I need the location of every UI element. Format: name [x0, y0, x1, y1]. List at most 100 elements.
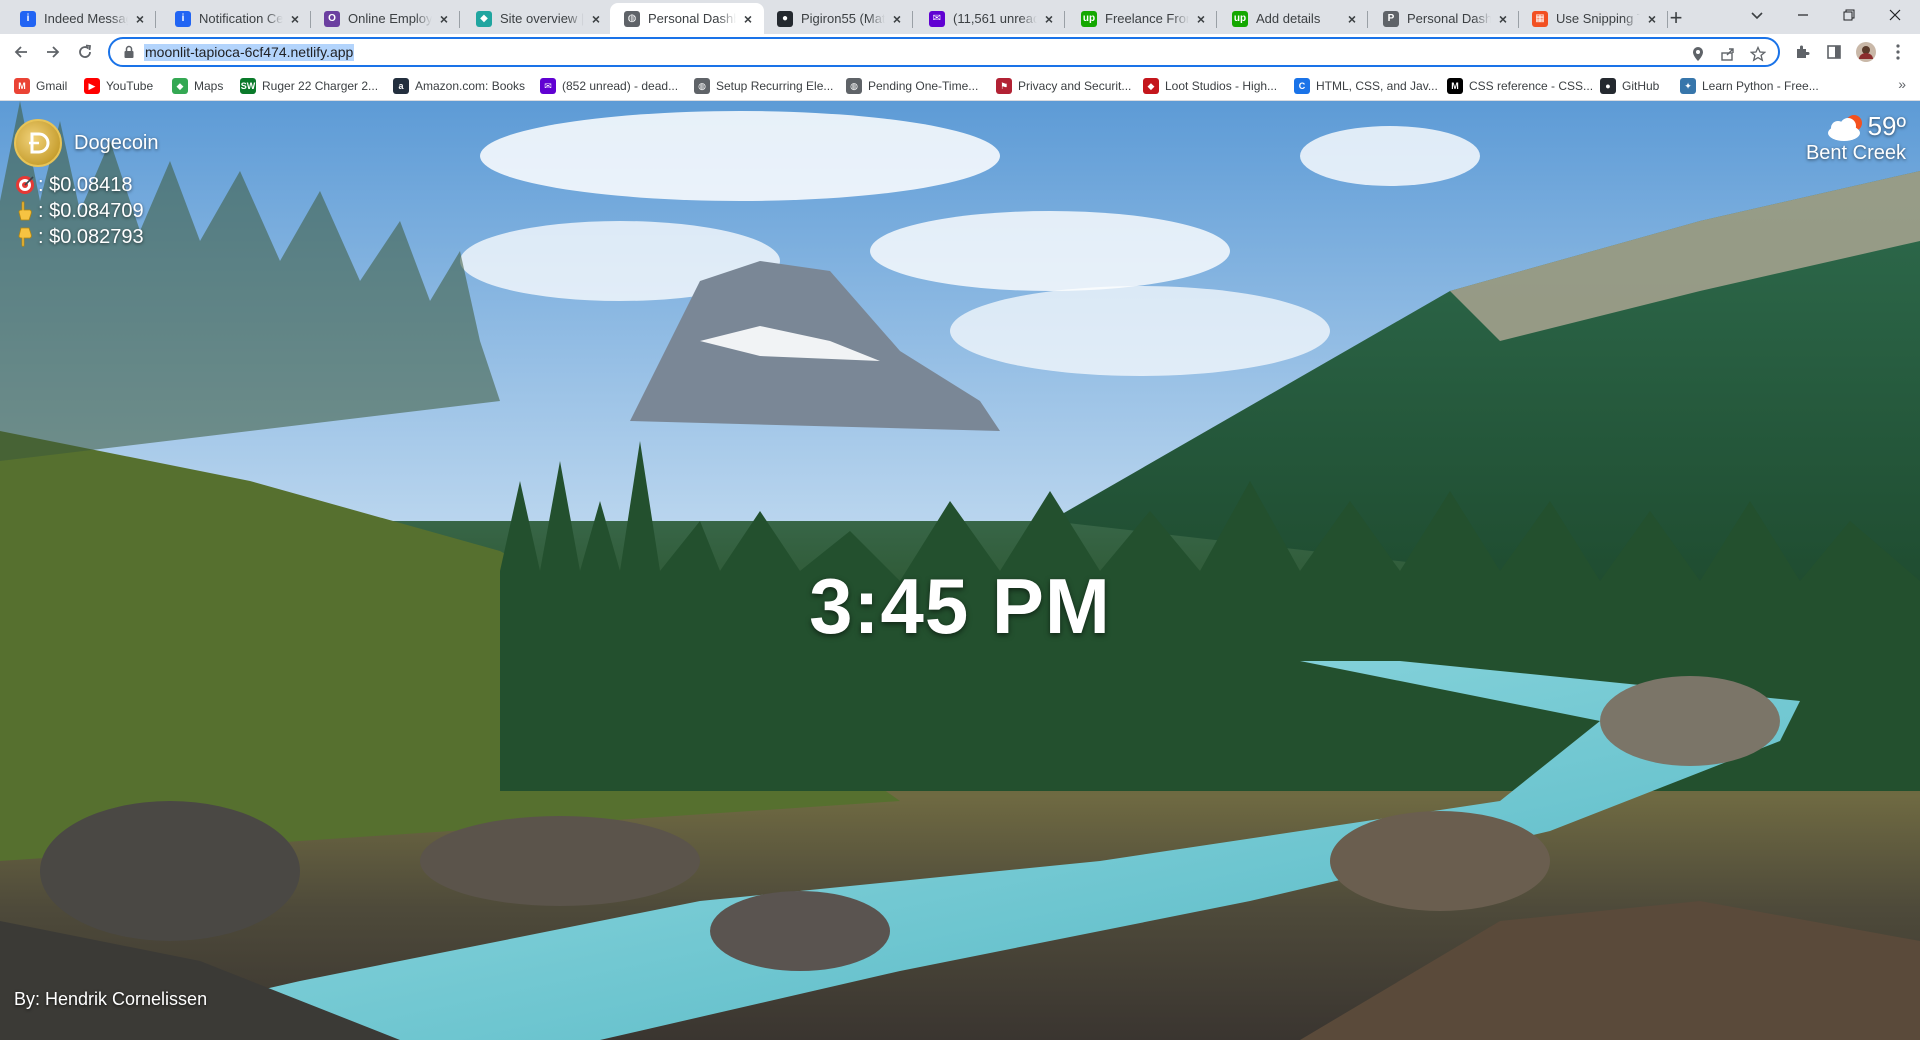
- yahoo-mail-icon: ✉: [540, 78, 556, 94]
- bookmark-label: Learn Python - Free...: [1702, 79, 1819, 93]
- bookmark-label: GitHub: [1622, 79, 1660, 93]
- tab-close-icon[interactable]: ×: [287, 11, 303, 27]
- bookmark-10[interactable]: C HTML, CSS, and Jav...: [1294, 76, 1438, 96]
- bookmark-5[interactable]: ✉ (852 unread) - dead...: [540, 76, 678, 96]
- chevron-down-icon: [1751, 12, 1763, 20]
- menu-kebab-icon[interactable]: [1888, 42, 1908, 62]
- bookmark-3[interactable]: SW Ruger 22 Charger 2...: [240, 76, 378, 96]
- bookmark-7[interactable]: ◍ Pending One-Time...: [846, 76, 978, 96]
- tab-close-icon[interactable]: ×: [889, 11, 905, 27]
- address-bar[interactable]: moonlit-tapioca-6cf474.netlify.app: [108, 37, 1780, 67]
- crypto-name: Dogecoin: [74, 131, 159, 154]
- tab-search-button[interactable]: [1734, 0, 1780, 30]
- side-panel-icon[interactable]: [1824, 42, 1844, 62]
- lock-icon[interactable]: [122, 45, 136, 59]
- crypto-header: Dogecoin: [14, 119, 159, 167]
- location-icon[interactable]: [1688, 44, 1708, 64]
- upwork-icon: up: [1081, 10, 1097, 27]
- tab-close-icon[interactable]: ×: [1041, 11, 1057, 27]
- crypto-low-value: : $0.082793: [38, 226, 144, 248]
- reload-icon: [79, 44, 92, 58]
- minimize-icon: [1798, 14, 1808, 16]
- reload-button[interactable]: [72, 39, 98, 65]
- tab-3[interactable]: ◆ Site overview | netlify ×: [462, 3, 612, 34]
- tab-strip: i Indeed Messages × i Notification Center × OO…: [0, 0, 1920, 34]
- share-icon[interactable]: [1718, 44, 1738, 64]
- bookmark-4[interactable]: a Amazon.com: Books: [393, 76, 525, 96]
- amazon-icon: a: [393, 78, 409, 94]
- tab-title: Pigiron55 (Matthew): [801, 11, 885, 26]
- bookmark-12[interactable]: ● GitHub: [1600, 76, 1659, 96]
- tab-close-icon[interactable]: ×: [1495, 11, 1511, 27]
- tab-5[interactable]: ● Pigiron55 (Matthew) ×: [763, 3, 913, 34]
- tab-separator: [912, 11, 913, 28]
- minimize-button[interactable]: [1780, 0, 1826, 30]
- tab-close-icon[interactable]: ×: [132, 11, 148, 27]
- bookmark-6[interactable]: ◍ Setup Recurring Ele...: [694, 76, 833, 96]
- close-window-button[interactable]: [1872, 0, 1918, 30]
- tab-title: (11,561 unread): [953, 11, 1037, 26]
- bookmark-11[interactable]: M CSS reference - CSS...: [1447, 76, 1593, 96]
- tab-close-icon[interactable]: ×: [436, 11, 452, 27]
- thumbs-down-pointer-icon: [14, 226, 36, 248]
- bookmark-label: Maps: [194, 79, 224, 93]
- tab-7[interactable]: up Freelance Front ×: [1067, 3, 1217, 34]
- globe-icon: ◍: [846, 78, 862, 94]
- tab-close-icon[interactable]: ×: [1344, 11, 1360, 27]
- url-text[interactable]: moonlit-tapioca-6cf474.netlify.app: [144, 44, 355, 61]
- bookmark-8[interactable]: ⚑ Privacy and Securit...: [996, 76, 1131, 96]
- tab-0[interactable]: i Indeed Messages ×: [6, 3, 156, 34]
- bookmark-9[interactable]: ◆ Loot Studios - High...: [1143, 76, 1277, 96]
- bookmark-label: Amazon.com: Books: [415, 79, 526, 93]
- extensions-icon[interactable]: [1792, 42, 1812, 62]
- tab-close-icon[interactable]: ×: [588, 11, 604, 27]
- github-icon: ●: [777, 10, 793, 27]
- bookmark-label: Privacy and Securit...: [1018, 79, 1132, 93]
- yahoo-mail-icon: ✉: [929, 10, 945, 27]
- tab-2[interactable]: O Online Employment ×: [310, 3, 460, 34]
- tab-separator: [1367, 11, 1368, 28]
- tab-4[interactable]: ◍ Personal Dashboard ×: [610, 3, 764, 34]
- back-button[interactable]: [8, 39, 34, 65]
- tab-close-icon[interactable]: ×: [1644, 11, 1660, 27]
- globe-icon: ◍: [624, 10, 640, 27]
- tab-title: Site overview | netlify: [500, 11, 584, 26]
- arrow-right-icon: [47, 46, 60, 58]
- new-tab-button[interactable]: +: [1662, 6, 1690, 32]
- online-employment-icon: O: [324, 10, 340, 27]
- crypto-widget: Dogecoin : $0.08418 : $0.084709 : $0.082…: [14, 119, 159, 249]
- mdn-icon: M: [1447, 78, 1463, 94]
- bookmark-13[interactable]: ✦ Learn Python - Free...: [1680, 76, 1819, 96]
- bookmarks-overflow-icon[interactable]: »: [1898, 76, 1906, 92]
- youtube-icon: ▶: [84, 78, 100, 94]
- tab-6[interactable]: ✉ (11,561 unread) ×: [915, 3, 1065, 34]
- forward-button[interactable]: [40, 39, 66, 65]
- bookmarks-bar: M Gmail ▶ YouTube ◆ Maps SW Ruger 22 Charger 2.…: [0, 70, 1920, 101]
- tab-separator: [459, 11, 460, 28]
- globe-icon: ◍: [694, 78, 710, 94]
- weather-city: Bent Creek: [1805, 142, 1906, 164]
- upwork-icon: up: [1232, 10, 1248, 27]
- tab-8[interactable]: up Add details ×: [1218, 3, 1368, 34]
- crypto-high-price: : $0.084709: [14, 199, 159, 223]
- profile-avatar[interactable]: [1856, 42, 1876, 62]
- tab-title: Use Snipping Tool: [1556, 11, 1640, 26]
- bookmark-star-icon[interactable]: [1748, 44, 1768, 64]
- bookmark-2[interactable]: ◆ Maps: [172, 76, 223, 96]
- tab-close-icon[interactable]: ×: [740, 11, 756, 27]
- tab-close-icon[interactable]: ×: [1193, 11, 1209, 27]
- tab-9[interactable]: P Personal Dashboard ×: [1369, 3, 1519, 34]
- tab-separator: [155, 11, 156, 28]
- gmail-icon: M: [14, 78, 30, 94]
- tab-title: Notification Center: [199, 11, 283, 26]
- bookmark-1[interactable]: ▶ YouTube: [84, 76, 153, 96]
- tab-title: Personal Dashboard: [648, 11, 736, 26]
- weather-widget: 59º Bent Creek: [1806, 111, 1906, 165]
- bookmark-label: (852 unread) - dead...: [562, 79, 679, 93]
- tab-1[interactable]: i Notification Center ×: [161, 3, 311, 34]
- bookmark-label: Pending One-Time...: [868, 79, 979, 93]
- weather-top-row: 59º: [1806, 111, 1906, 142]
- tab-10[interactable]: ▦ Use Snipping Tool ×: [1518, 3, 1668, 34]
- restore-button[interactable]: [1826, 0, 1872, 30]
- bookmark-0[interactable]: M Gmail: [14, 76, 67, 96]
